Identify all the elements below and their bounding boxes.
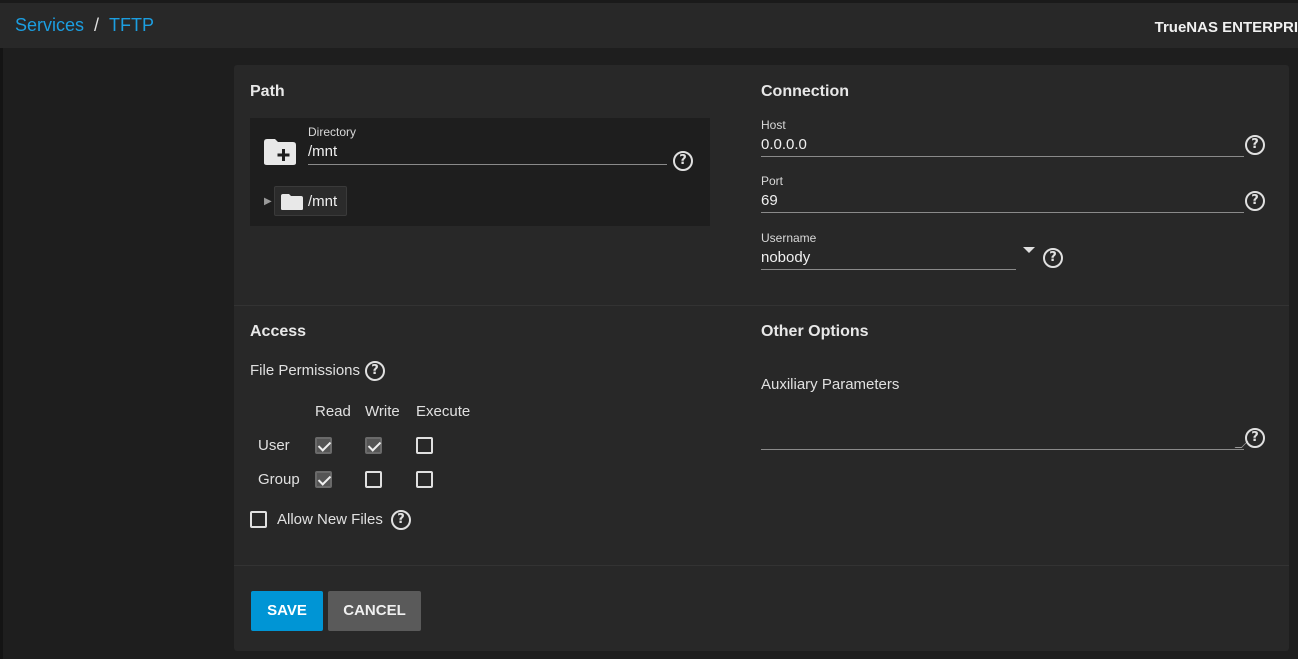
tftp-form-card: Path Directory /mnt ? ▶ /mnt Connection … bbox=[234, 65, 1289, 651]
username-underline bbox=[761, 269, 1016, 270]
allow-new-files-checkbox[interactable] bbox=[250, 511, 267, 528]
folder-add-icon[interactable] bbox=[263, 138, 297, 166]
top-bar: Services / TFTP TrueNAS ENTERPRISE bbox=[0, 0, 1298, 48]
path-section-title: Path bbox=[250, 83, 285, 100]
directory-label: Directory bbox=[308, 125, 357, 139]
actions-divider bbox=[234, 565, 1289, 566]
connection-section-title: Connection bbox=[761, 83, 849, 100]
breadcrumb-services-link[interactable]: Services bbox=[15, 15, 84, 35]
tree-node-mnt[interactable]: /mnt bbox=[274, 186, 347, 216]
column-write: Write bbox=[365, 403, 400, 420]
tree-expand-arrow-icon[interactable]: ▶ bbox=[264, 196, 272, 207]
allow-new-files-help-icon[interactable]: ? bbox=[391, 510, 411, 530]
breadcrumb-separator: / bbox=[94, 15, 100, 35]
username-help-icon[interactable]: ? bbox=[1043, 248, 1063, 268]
file-permissions-label: File Permissions bbox=[250, 362, 361, 379]
port-underline bbox=[761, 212, 1244, 213]
chevron-down-icon[interactable] bbox=[1023, 247, 1035, 253]
section-divider bbox=[234, 305, 1289, 306]
user-read-checkbox[interactable] bbox=[315, 437, 332, 454]
access-section-title: Access bbox=[250, 323, 307, 340]
host-label: Host bbox=[761, 118, 786, 132]
column-execute: Execute bbox=[416, 403, 471, 420]
group-write-checkbox[interactable] bbox=[365, 471, 382, 488]
port-label: Port bbox=[761, 174, 784, 188]
host-input[interactable]: 0.0.0.0 bbox=[761, 136, 807, 153]
port-input[interactable]: 69 bbox=[761, 192, 778, 209]
brand-label: TrueNAS ENTERPRISE bbox=[1154, 19, 1298, 36]
breadcrumb-tftp-link[interactable]: TFTP bbox=[109, 15, 154, 35]
username-select[interactable]: nobody bbox=[761, 249, 810, 266]
auxiliary-parameters-textarea[interactable] bbox=[761, 420, 1244, 450]
directory-underline bbox=[308, 164, 667, 165]
user-write-checkbox[interactable] bbox=[365, 437, 382, 454]
group-read-checkbox[interactable] bbox=[315, 471, 332, 488]
host-underline bbox=[761, 156, 1244, 157]
user-execute-checkbox[interactable] bbox=[416, 437, 433, 454]
directory-input[interactable]: /mnt bbox=[308, 143, 337, 160]
sidebar-edge bbox=[0, 48, 3, 659]
port-help-icon[interactable]: ? bbox=[1245, 191, 1265, 211]
auxiliary-parameters-label: Auxiliary Parameters bbox=[761, 376, 900, 393]
directory-explorer: Directory /mnt ? ▶ /mnt bbox=[250, 118, 710, 226]
column-read: Read bbox=[315, 403, 351, 420]
save-button[interactable]: SAVE bbox=[251, 591, 323, 631]
row-group-label: Group bbox=[258, 471, 300, 488]
file-permissions-help-icon[interactable]: ? bbox=[365, 361, 385, 381]
username-label: Username bbox=[761, 231, 817, 245]
row-user-label: User bbox=[258, 437, 290, 454]
tree-node-label: /mnt bbox=[308, 193, 338, 210]
help-icon[interactable]: ? bbox=[673, 151, 693, 171]
auxiliary-help-icon[interactable]: ? bbox=[1245, 428, 1265, 448]
other-options-section-title: Other Options bbox=[761, 323, 869, 340]
host-help-icon[interactable]: ? bbox=[1245, 135, 1265, 155]
breadcrumb: Services / TFTP bbox=[15, 15, 154, 36]
group-execute-checkbox[interactable] bbox=[416, 471, 433, 488]
cancel-button[interactable]: CANCEL bbox=[328, 591, 421, 631]
allow-new-files-label: Allow New Files bbox=[277, 511, 383, 528]
folder-icon bbox=[281, 194, 303, 210]
